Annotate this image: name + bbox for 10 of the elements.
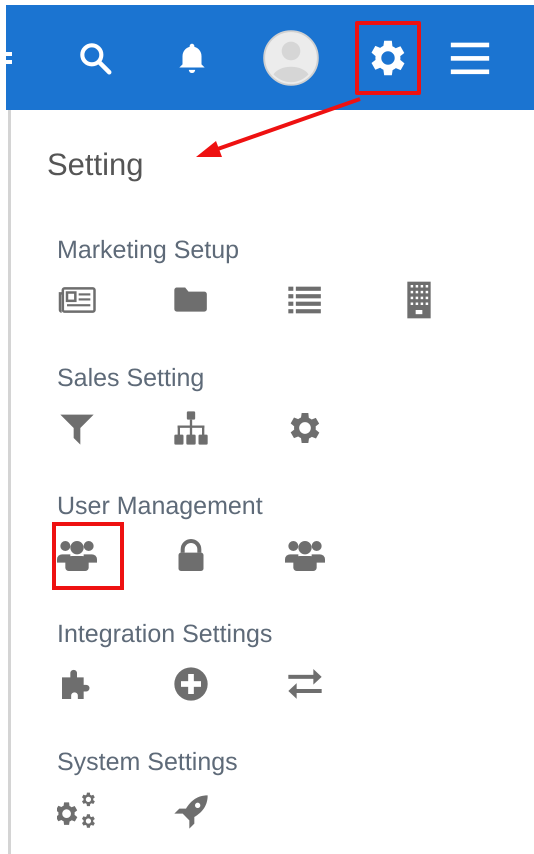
partial-icon — [6, 52, 12, 64]
section-heading: Marketing Setup — [57, 235, 240, 265]
settings-button[interactable] — [355, 20, 421, 94]
section-heading: User Management — [57, 491, 263, 521]
users-button[interactable] — [52, 522, 124, 590]
section-heading: System Settings — [57, 747, 238, 777]
section-heading: Sales Setting — [57, 363, 204, 393]
panel-title: Setting — [47, 146, 144, 184]
avatar-icon — [263, 30, 319, 86]
section-heading: Integration Settings — [57, 619, 272, 649]
